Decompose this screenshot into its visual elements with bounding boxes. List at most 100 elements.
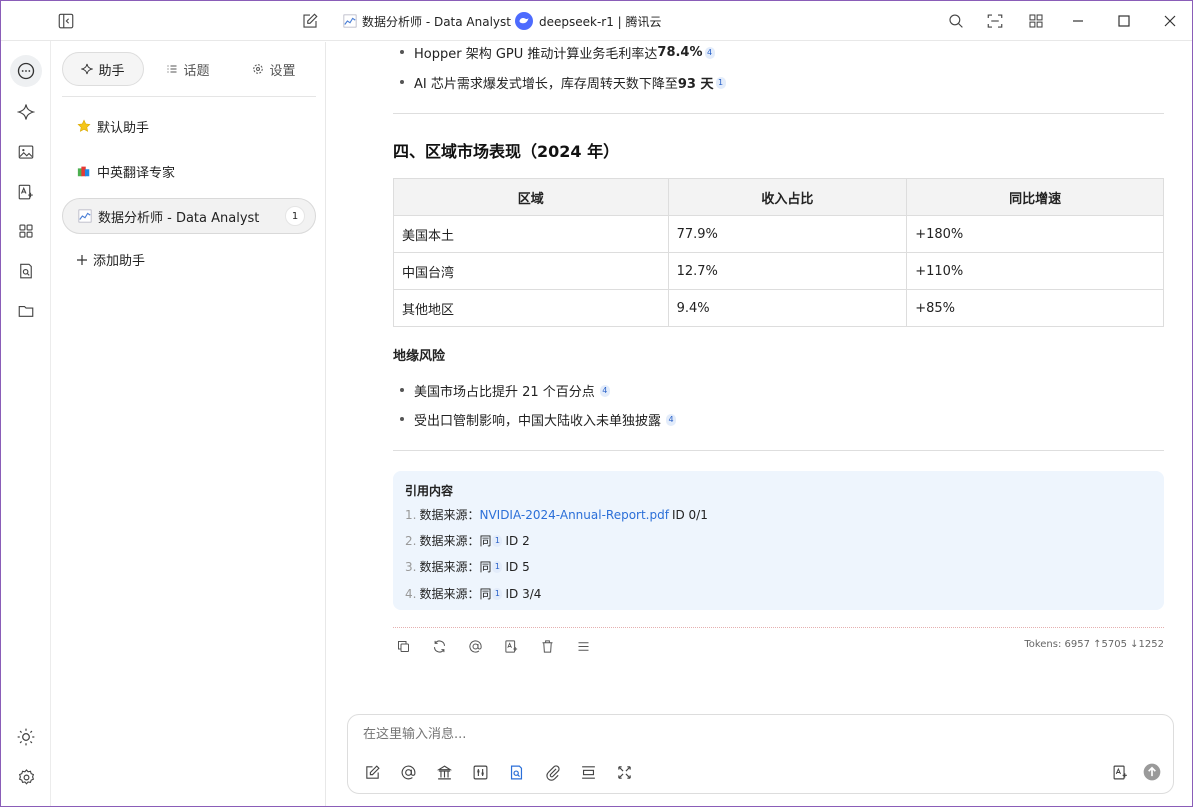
edit-icon	[303, 13, 318, 28]
deepseek-logo-icon	[515, 12, 533, 30]
citation-ref[interactable]: 4	[704, 46, 715, 59]
refresh-icon	[433, 639, 445, 653]
settings-sliders-button[interactable]	[470, 762, 490, 782]
chart-icon	[77, 208, 93, 224]
mention-model-button[interactable]	[465, 636, 485, 656]
citation-ref[interactable]: 1	[492, 534, 503, 547]
subheading: 地缘风险	[393, 349, 446, 364]
narrow-mode-button[interactable]	[986, 11, 1004, 31]
table-header: 同比增速	[906, 178, 1164, 216]
model-label: deepseek-r1 | 腾讯云	[539, 14, 662, 29]
translate-nav-button[interactable]	[10, 176, 42, 208]
topic-count-badge: 1	[285, 206, 305, 226]
scan-icon	[987, 14, 1003, 28]
theme-toggle-button[interactable]	[10, 721, 42, 753]
copy-button[interactable]	[393, 636, 413, 656]
translate-button[interactable]	[501, 636, 521, 656]
close-button[interactable]	[1163, 11, 1177, 31]
bullet-text: Hopper 架构 GPU 推动计算业务毛利率达	[414, 47, 658, 62]
table-cell: 中国台湾	[393, 252, 669, 290]
minimize-button[interactable]	[1071, 11, 1085, 31]
sparkle-icon	[17, 104, 35, 120]
citation-prefix: 数据来源：同	[419, 587, 492, 601]
new-topic-button[interactable]	[362, 762, 382, 782]
add-assistant-button[interactable]: 添加助手	[76, 250, 145, 269]
sun-icon	[17, 728, 35, 746]
table-cell: 77.9%	[667, 215, 908, 253]
edit-icon	[365, 764, 380, 779]
chat-bubble-icon	[17, 62, 35, 80]
citation-number: 2.	[405, 533, 417, 548]
paperclip-icon	[545, 764, 560, 781]
citation-prefix: 数据来源：同	[419, 534, 492, 548]
files-nav-button[interactable]	[10, 295, 42, 327]
table-header: 区域	[393, 178, 669, 216]
model-selector[interactable]: deepseek-r1 | 腾讯云	[515, 11, 662, 31]
citation-ref[interactable]: 1	[492, 587, 503, 600]
paintings-nav-button[interactable]	[10, 136, 42, 168]
section-divider	[393, 113, 1164, 114]
message-input[interactable]	[363, 727, 1063, 742]
chart-icon	[343, 14, 357, 28]
citation-ref[interactable]: 4	[599, 384, 610, 397]
citation-ref[interactable]: 4	[666, 413, 677, 426]
citation-number: 1.	[405, 507, 417, 522]
table-cell: 9.4%	[667, 289, 908, 327]
table-header: 收入占比	[667, 178, 908, 216]
clear-context-button[interactable]	[578, 762, 598, 782]
search-button[interactable]	[947, 11, 965, 31]
app-window: 数据分析师 - Data Analyst deepseek-r1 | 腾讯云 助…	[0, 0, 1193, 807]
at-icon	[401, 765, 415, 779]
citation-prefix: 数据来源：	[419, 508, 480, 522]
citation-link[interactable]: NVIDIA-2024-Annual-Report.pdf	[479, 508, 668, 522]
quick-phrases-button[interactable]	[434, 762, 454, 782]
new-topic-button[interactable]	[301, 11, 319, 31]
table-cell: 12.7%	[667, 252, 908, 290]
nav-rail	[1, 1, 51, 806]
assistant-item-data-analyst[interactable]: 数据分析师 - Data Analyst 1	[62, 198, 316, 234]
citation-suffix: ID 0/1	[671, 507, 708, 522]
toggle-sidebar-button[interactable]	[57, 11, 75, 31]
more-menu-button[interactable]	[573, 636, 593, 656]
attach-file-button[interactable]	[542, 762, 562, 782]
settings-nav-button[interactable]	[10, 761, 42, 793]
apps-button[interactable]	[1027, 11, 1045, 31]
maximize-icon	[1118, 15, 1130, 27]
panel-tabs: 助手 话题 设置	[62, 52, 316, 86]
tab-assistants[interactable]: 助手	[62, 52, 144, 86]
delete-button[interactable]	[537, 636, 557, 656]
mention-models-button[interactable]	[398, 762, 418, 782]
translate-input-button[interactable]	[1110, 762, 1130, 782]
citation-ref[interactable]: 1	[492, 560, 503, 573]
citation-suffix: ID 5	[505, 559, 530, 574]
translate-icon	[1113, 765, 1127, 779]
sparkle-icon	[81, 63, 94, 75]
maximize-button[interactable]	[1117, 11, 1131, 31]
sliders-icon	[473, 765, 487, 779]
assistant-item-label: 中英翻译专家	[97, 165, 176, 181]
bullet-text: 受出口管制影响，中国大陆收入未单独披露	[414, 414, 662, 429]
message-actions: Tokens: 6957 ↑5705 ↓1252	[393, 634, 1164, 658]
close-icon	[1164, 15, 1176, 27]
list-icon	[167, 65, 177, 73]
citations-box: 引用内容 1. 数据来源： NVIDIA-2024-Annual-Report.…	[393, 471, 1164, 610]
send-button[interactable]	[1142, 762, 1162, 782]
assistant-item-translator[interactable]: 中英翻译专家	[62, 153, 316, 189]
agents-nav-button[interactable]	[10, 96, 42, 128]
citation-number: 4.	[405, 586, 417, 601]
expand-input-button[interactable]	[614, 762, 634, 782]
regenerate-button[interactable]	[429, 636, 449, 656]
tab-topics[interactable]: 话题	[144, 52, 232, 86]
knowledge-nav-button[interactable]	[10, 255, 42, 287]
citation-ref[interactable]: 1	[715, 76, 726, 89]
gear-icon	[18, 768, 34, 785]
apps-nav-button[interactable]	[10, 215, 42, 247]
tab-settings[interactable]: 设置	[232, 52, 316, 86]
citation-suffix: ID 2	[505, 533, 530, 548]
assistant-item-default[interactable]: 默认助手	[62, 108, 316, 144]
knowledge-base-button[interactable]	[506, 762, 526, 782]
chat-nav-button[interactable]	[10, 55, 42, 87]
folder-icon	[18, 305, 34, 317]
expand-icon	[617, 765, 631, 779]
chat-area: Hopper 架构 GPU 推动计算业务毛利率达 78.4% 4 AI 芯片需求爆…	[327, 42, 1192, 806]
